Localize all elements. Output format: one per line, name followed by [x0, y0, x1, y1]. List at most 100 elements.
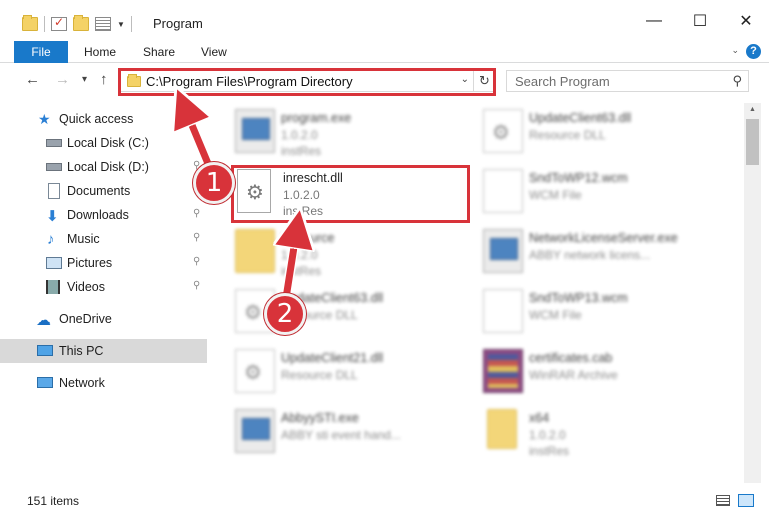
pin-icon[interactable]: ⚲ — [193, 136, 200, 147]
scroll-up-icon[interactable]: ▲ — [744, 103, 761, 117]
file-type: WinRAR Archive — [529, 368, 618, 382]
file-type: Resource DLL — [281, 368, 358, 382]
details-view-icon[interactable] — [716, 495, 730, 506]
sidebar-item-music[interactable]: ♪ Music ⚲ — [0, 227, 207, 251]
address-bar-highlight — [118, 68, 496, 96]
sidebar-item-label: OneDrive — [59, 312, 112, 326]
title-bar: ▼ Program — ☐ ✕ — [0, 0, 769, 42]
sidebar-item-local-disk-c[interactable]: Local Disk (C:) ⚲ — [0, 131, 207, 155]
sidebar-item-onedrive[interactable]: ☁ OneDrive — [0, 307, 207, 331]
file-version: 1.0.2.0 — [281, 128, 318, 142]
properties-icon[interactable] — [51, 15, 67, 31]
file-name: SndToWP13.wcm — [529, 291, 628, 305]
file-description: instRes — [529, 444, 570, 458]
dll-icon — [483, 109, 523, 153]
customize-toolbar-dropdown[interactable]: ▼ — [117, 20, 125, 29]
tab-home[interactable]: Home — [84, 41, 116, 63]
sidebar-item-label: Quick access — [59, 112, 134, 126]
file-item[interactable]: UpdateClient63.dll Resource DLL — [483, 109, 723, 169]
sidebar-item-label: Local Disk (D:) — [67, 160, 149, 174]
file-item[interactable]: certificates.cab WinRAR Archive — [483, 349, 723, 409]
videos-icon — [46, 280, 60, 294]
help-icon[interactable]: ? — [746, 44, 761, 59]
file-name: NetworkLicenseServer.exe — [529, 231, 678, 245]
minimize-button[interactable]: — — [631, 0, 677, 42]
up-button[interactable]: ↑ — [100, 71, 108, 88]
ribbon-expand-icon[interactable]: ⌄ — [731, 45, 739, 56]
file-icon — [483, 289, 523, 333]
file-type: WCM File — [529, 188, 582, 202]
toolbar-divider — [130, 16, 132, 32]
new-folder-icon[interactable] — [73, 15, 89, 31]
pin-icon[interactable]: ⚲ — [193, 232, 200, 243]
file-item[interactable]: SndToWP12.wcm WCM File — [483, 169, 723, 229]
sidebar-item-network[interactable]: Network — [0, 371, 207, 395]
sidebar-item-label: Music — [67, 232, 100, 246]
recent-locations-dropdown[interactable]: ▾ — [82, 74, 87, 85]
star-icon: ★ — [38, 111, 51, 127]
tab-share[interactable]: Share — [143, 41, 175, 63]
close-button[interactable]: ✕ — [723, 0, 769, 42]
file-highlight — [231, 165, 470, 223]
sidebar-item-downloads[interactable]: ⬇ Downloads ⚲ — [0, 203, 207, 227]
sidebar-item-label: Documents — [67, 184, 131, 198]
sidebar-item-label: Local Disk (C:) — [67, 136, 149, 150]
sidebar-item-documents[interactable]: Documents ⚲ — [0, 179, 207, 203]
file-type: WCM File — [529, 308, 582, 322]
pin-icon[interactable]: ⚲ — [193, 280, 200, 291]
item-count: 151 items — [27, 494, 80, 508]
tab-view[interactable]: View — [201, 41, 227, 63]
dll-icon — [235, 349, 275, 393]
file-version: 1.0.2.0 — [529, 428, 566, 442]
file-item[interactable]: SndToWP13.wcm WCM File — [483, 289, 723, 349]
window-title: Program — [153, 16, 203, 31]
pin-icon[interactable]: ⚲ — [193, 208, 200, 219]
file-type: Resource DLL — [529, 128, 606, 142]
folder-icon — [487, 409, 517, 449]
downloads-icon: ⬇ — [46, 208, 59, 225]
scroll-thumb[interactable] — [746, 119, 759, 165]
sidebar-item-label: Downloads — [67, 208, 129, 222]
sidebar-item-quick-access[interactable]: ★ Quick access — [0, 107, 207, 131]
pin-icon[interactable]: ⚲ — [193, 256, 200, 267]
sidebar-item-label: Videos — [67, 280, 105, 294]
file-name: x64 — [529, 411, 550, 425]
file-item[interactable]: x64 1.0.2.0 instRes — [483, 409, 723, 469]
forward-button[interactable]: → — [55, 71, 70, 88]
file-item[interactable]: UpdateClient21.dll Resource DLL — [235, 349, 475, 409]
sidebar-item-pictures[interactable]: Pictures ⚲ — [0, 251, 207, 275]
sidebar-item-local-disk-d[interactable]: Local Disk (D:) ⚲ — [0, 155, 207, 179]
file-item[interactable]: AbbyySTI.exe ABBY sti event hand... — [235, 409, 475, 469]
search-input[interactable]: Search Program — [515, 74, 610, 89]
search-box[interactable]: Search Program ⚲ — [506, 70, 749, 92]
customize-view-icon[interactable] — [95, 17, 111, 31]
navigation-pane: ★ Quick access Local Disk (C:) ⚲ Local D… — [0, 103, 209, 483]
file-icon — [483, 169, 523, 213]
file-description: instRes — [281, 144, 322, 158]
drive-icon — [46, 139, 62, 147]
back-button[interactable]: ← — [25, 71, 40, 88]
sidebar-item-videos[interactable]: Videos ⚲ — [0, 275, 207, 299]
file-name: SndToWP12.wcm — [529, 171, 628, 185]
file-item[interactable]: Resource 1.0.2.0 instRes — [235, 229, 475, 289]
sidebar-item-label: This PC — [59, 344, 104, 358]
ribbon-tabs: File Home Share View ⌄ ? — [0, 41, 769, 63]
file-type: ABBY sti event hand... — [281, 428, 401, 442]
toolbar-divider — [44, 16, 45, 32]
sidebar-item-label: Pictures — [67, 256, 113, 270]
documents-icon — [48, 183, 60, 199]
tab-file[interactable]: File — [14, 41, 68, 63]
step-2-badge: 2 — [264, 293, 306, 335]
exe-icon — [483, 229, 523, 273]
file-description: instRes — [281, 264, 322, 278]
file-name: program.exe — [281, 111, 352, 125]
file-item[interactable]: NetworkLicenseServer.exe ABBY network li… — [483, 229, 723, 289]
vertical-scrollbar[interactable]: ▲ — [744, 103, 761, 483]
quick-access-toolbar: ▼ — [22, 15, 132, 32]
maximize-button[interactable]: ☐ — [677, 0, 723, 42]
large-icons-view-icon[interactable] — [738, 494, 754, 507]
file-name: AbbyySTI.exe — [281, 411, 359, 425]
sidebar-item-this-pc[interactable]: This PC — [0, 339, 207, 363]
search-icon[interactable]: ⚲ — [732, 73, 742, 89]
file-item[interactable]: program.exe 1.0.2.0 instRes — [235, 109, 475, 169]
